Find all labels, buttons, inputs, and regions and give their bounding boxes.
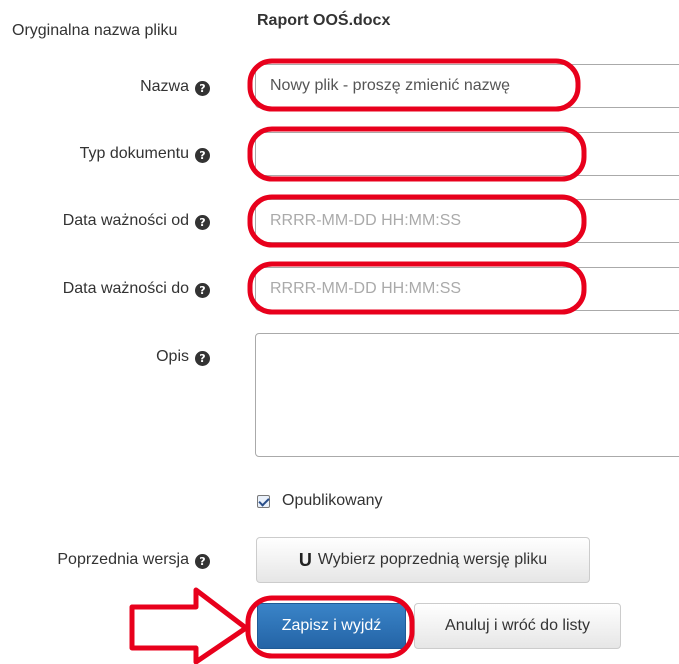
question-circle-icon[interactable]: ? <box>195 283 210 298</box>
description-textarea[interactable] <box>255 333 679 457</box>
question-circle-icon[interactable]: ? <box>195 351 210 366</box>
valid-from-label: Data ważności od? <box>0 212 210 230</box>
doc-type-select[interactable] <box>255 132 679 176</box>
question-circle-icon[interactable]: ? <box>195 215 210 230</box>
original-name-label: Oryginalna nazwa pliku <box>12 22 178 39</box>
doc-type-label: Typ dokumentu? <box>0 145 210 163</box>
valid-to-input[interactable]: RRRR-MM-DD HH:MM:SS <box>255 267 679 311</box>
published-checkbox[interactable] <box>257 494 270 508</box>
choose-previous-version-button[interactable]: U Wybierz poprzednią wersję pliku <box>256 537 590 583</box>
name-label: Nazwa? <box>0 78 210 96</box>
question-circle-icon[interactable]: ? <box>195 148 210 163</box>
description-label: Opis? <box>0 348 210 366</box>
save-and-exit-button[interactable]: Zapisz i wyjdź <box>257 603 406 649</box>
published-row: Opublikowany <box>257 492 383 510</box>
published-label[interactable]: Opublikowany <box>282 492 383 510</box>
valid-to-label: Data ważności do? <box>0 280 210 298</box>
question-circle-icon[interactable]: ? <box>195 554 210 569</box>
name-input[interactable]: Nowy plik - proszę zmienić nazwę <box>255 64 679 108</box>
valid-from-input[interactable]: RRRR-MM-DD HH:MM:SS <box>255 199 679 243</box>
original-name-value: Raport OOŚ.docx <box>257 12 391 29</box>
previous-version-label: Poprzednia wersja? <box>0 551 210 569</box>
cancel-and-return-button[interactable]: Anuluj i wróć do listy <box>414 603 621 649</box>
magnet-icon: U <box>298 549 312 570</box>
arrow-right-icon <box>129 587 249 664</box>
question-circle-icon[interactable]: ? <box>195 81 210 96</box>
